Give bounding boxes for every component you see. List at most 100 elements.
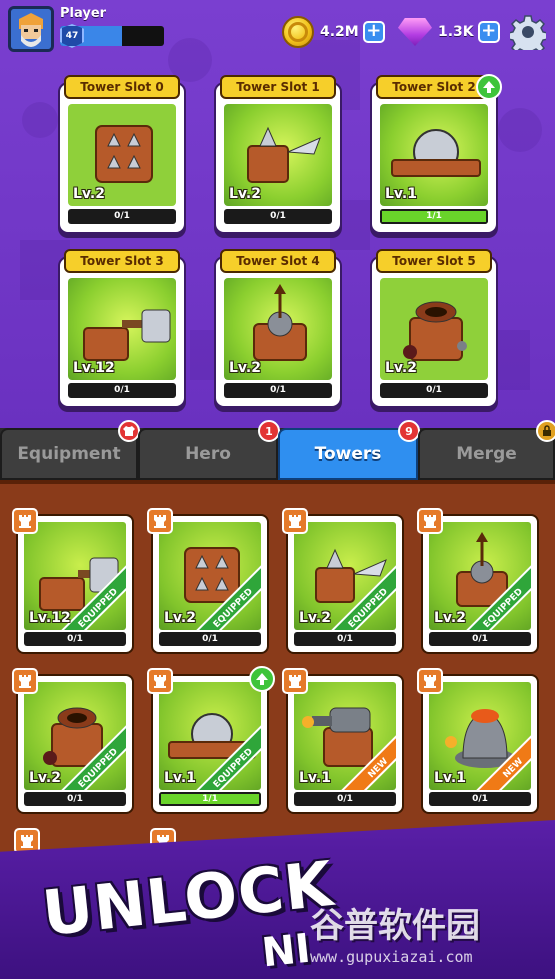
tower-card[interactable]: NEW Lv.1 0/1 [282,668,404,814]
card-level: Lv.2 [299,610,331,626]
slot-progress-text: 1/1 [426,211,442,221]
upgrade-arrow-icon[interactable] [476,74,502,100]
tower-art: EQUIPPED Lv.2 [429,522,531,630]
tower-card[interactable]: EQUIPPED Lv.2 0/1 [417,508,539,654]
tower-slot-card[interactable]: Tower Slot 3 Lv.12 0/1 [58,249,186,408]
card-level: Lv.1 [164,770,196,786]
rook-icon [282,508,308,534]
watermark-url: www.gupuxiazai.com [310,948,473,966]
add-coins-button[interactable]: + [362,21,385,43]
card-level: Lv.1 [299,770,331,786]
tower-art: Lv.2 [380,278,488,380]
card-progress-text: 0/1 [202,634,218,644]
add-gems-button[interactable]: + [477,21,500,43]
tab-merge[interactable]: Merge [418,428,555,480]
card-progress: 0/1 [159,632,261,646]
gem-counter: 1.3K + [398,17,500,47]
slot-title: Tower Slot 0 [64,75,180,99]
rook-icon [12,668,38,694]
slot-progress: 0/1 [380,383,488,398]
tower-art: Lv.12 [68,278,176,380]
tower-card[interactable]: EQUIPPED Lv.12 0/1 [12,508,134,654]
tower-card[interactable]: NEW Lv.1 0/1 [417,668,539,814]
tab-hero-badge: 1 [258,420,280,442]
tower-art: Lv.2 [68,104,176,206]
tab-equipment[interactable]: Equipment [0,428,138,480]
category-tabs: Equipment Hero 1 Towers 9 Merge [0,420,555,480]
knight-avatar-icon [11,9,51,49]
tower-card[interactable]: EQUIPPED Lv.2 0/1 [282,508,404,654]
tower-art: EQUIPPED Lv.1 [159,682,261,790]
card-progress-text: 0/1 [67,634,83,644]
settings-gear-icon[interactable] [510,14,546,50]
card-progress: 0/1 [429,792,531,806]
upgrade-arrow-icon[interactable] [249,666,275,692]
rook-icon [282,668,308,694]
slot-level: Lv.2 [385,360,417,376]
tower-art: EQUIPPED Lv.2 [294,522,396,630]
tab-label: Equipment [17,444,121,464]
tower-art: Lv.1 [380,104,488,206]
tower-slot-card[interactable]: Tower Slot 5 Lv.2 0/1 [370,249,498,408]
promo-subheadline: NI [259,925,313,977]
tab-label: Towers [314,444,382,464]
player-name: Player [60,6,107,21]
watermark-text: 谷普软件园 [310,906,480,946]
tower-art: EQUIPPED Lv.2 [159,522,261,630]
tab-towers[interactable]: Towers [278,428,418,480]
slot-level: Lv.2 [73,186,105,202]
slot-progress: 0/1 [224,383,332,398]
tab-label: Hero [185,444,231,464]
tower-card[interactable]: EQUIPPED Lv.2 0/1 [12,668,134,814]
slot-progress: 1/1 [380,209,488,224]
slot-progress-text: 0/1 [270,211,286,221]
card-progress: 0/1 [24,632,126,646]
card-level: Lv.2 [434,610,466,626]
card-progress-text: 1/1 [202,794,218,804]
card-progress-text: 0/1 [472,794,488,804]
card-level: Lv.2 [164,610,196,626]
card-progress: 0/1 [294,792,396,806]
rook-icon [12,508,38,534]
tower-art: EQUIPPED Lv.12 [24,522,126,630]
slot-level: Lv.2 [229,186,261,202]
tower-slots-panel: Player 47 4.2M + 1.3K + Tower Slot 0 Lv.… [0,0,555,428]
coin-counter: 4.2M + [282,16,385,48]
rook-icon [417,668,443,694]
tab-towers-badge: 9 [398,420,420,442]
card-level: Lv.2 [29,770,61,786]
tower-slot-card[interactable]: Tower Slot 2 Lv.1 1/1 [370,74,502,234]
card-progress-text: 0/1 [472,634,488,644]
tower-card[interactable]: EQUIPPED Lv.2 0/1 [147,508,269,654]
slot-progress-text: 0/1 [114,211,130,221]
tab-hero[interactable]: Hero [138,428,278,480]
slot-progress: 0/1 [68,383,176,398]
tower-slot-card[interactable]: Tower Slot 1 Lv.2 0/1 [214,75,342,234]
tower-slot-card[interactable]: Tower Slot 0 Lv.2 0/1 [58,75,186,234]
tower-art: NEW Lv.1 [294,682,396,790]
slot-progress: 0/1 [224,209,332,224]
slot-progress-text: 0/1 [426,385,442,395]
shirt-icon [118,420,140,442]
card-level: Lv.1 [434,770,466,786]
card-progress-text: 0/1 [337,634,353,644]
tab-label: Merge [456,444,517,464]
coin-value: 4.2M [320,24,359,40]
slot-level: Lv.12 [73,360,115,376]
card-progress: 0/1 [294,632,396,646]
card-progress: 1/1 [159,792,261,806]
lock-icon [536,420,555,442]
slot-title: Tower Slot 5 [376,249,492,273]
top-bar: Player 47 4.2M + 1.3K + [0,0,555,60]
tower-slot-card[interactable]: Tower Slot 4 Lv.2 0/1 [214,249,342,408]
slot-progress: 0/1 [68,209,176,224]
coin-icon [282,16,314,48]
card-level: Lv.12 [29,610,71,626]
rook-icon [147,668,173,694]
slot-title: Tower Slot 1 [220,75,336,99]
gem-value: 1.3K [438,24,474,40]
tower-card[interactable]: EQUIPPED Lv.1 1/1 [147,666,275,814]
tower-art: Lv.2 [224,104,332,206]
slot-title: Tower Slot 4 [220,249,336,273]
player-avatar[interactable] [8,6,54,52]
